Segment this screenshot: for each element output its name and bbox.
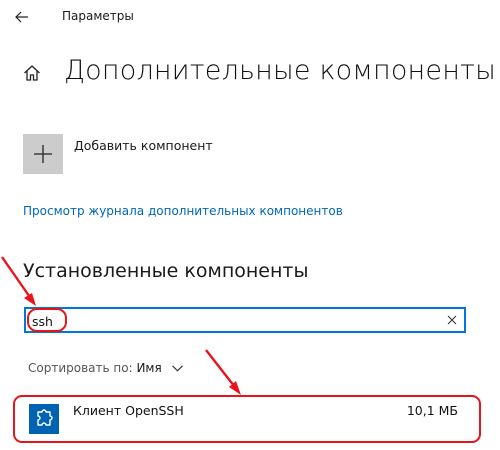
home-icon[interactable] [22,63,42,83]
add-component-button[interactable] [23,134,63,174]
search-box[interactable] [24,307,466,333]
add-component-label[interactable]: Добавить компонент [74,138,213,153]
settings-page: Параметры Дополнительные компоненты Доба… [0,0,500,450]
annotation-arrow-item [205,349,241,395]
item-size: 10,1 МБ [406,403,458,418]
optional-features-history-link[interactable]: Просмотр журнала дополнительных компонен… [23,204,343,218]
chevron-down-icon[interactable] [171,365,183,372]
sort-control: Сортировать по: Имя [28,361,183,375]
page-title: Дополнительные компоненты [64,55,496,86]
plus-icon [34,145,52,163]
close-icon[interactable] [446,314,458,326]
list-item[interactable]: Клиент OpenSSH 10,1 МБ [16,398,478,440]
installed-components-heading: Установленные компоненты [23,260,309,282]
sort-label: Сортировать по: [28,361,133,375]
search-input[interactable] [32,311,432,331]
window-title: Параметры [62,9,134,23]
back-button[interactable] [12,7,32,27]
sort-value-dropdown[interactable]: Имя [136,361,161,375]
arrow-left-icon [15,11,28,23]
puzzle-gear-icon [29,404,59,434]
item-name: Клиент OpenSSH [73,403,184,418]
